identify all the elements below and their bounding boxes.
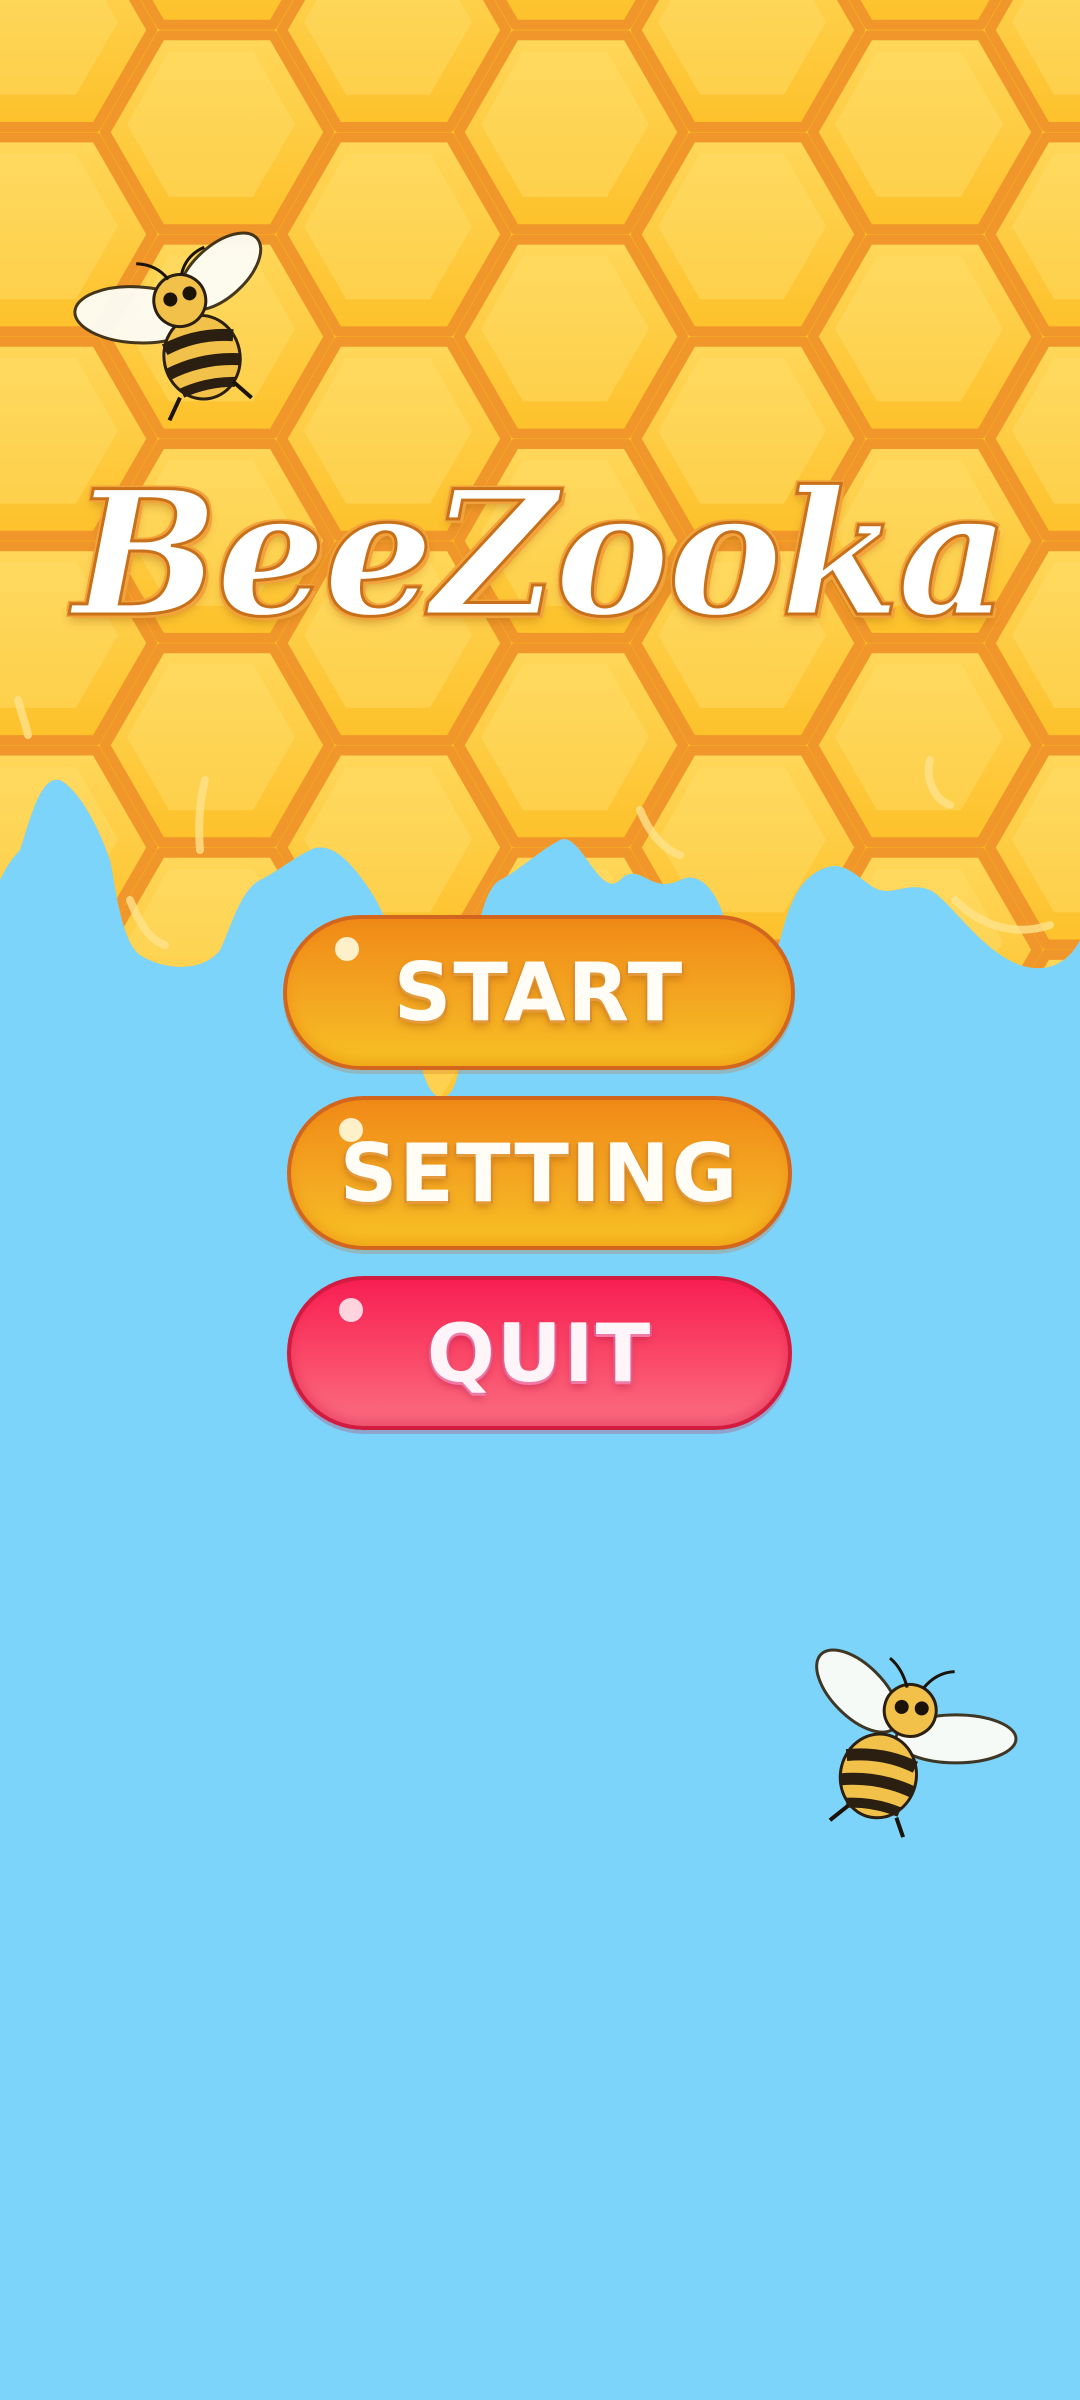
bee-icon (815, 1648, 1018, 1838)
quit-button-label: QUIT (426, 1306, 653, 1400)
button-shine (339, 1298, 363, 1322)
honeycomb-cell-highlight (835, 1278, 1003, 1424)
button-shine (335, 937, 359, 961)
setting-button-label: SETTING (339, 1126, 740, 1220)
honeycomb-cell-highlight (127, 1073, 295, 1098)
setting-button[interactable]: SETTING (287, 1096, 792, 1250)
honeycomb-cell (813, 1262, 1037, 1456)
quit-button[interactable]: QUIT (287, 1276, 792, 1430)
game-title: BeeZooka (72, 452, 1011, 655)
button-shine (339, 1118, 363, 1142)
honeycomb-cell-highlight (1012, 1176, 1080, 1322)
honeycomb-cell (0, 1159, 152, 1353)
honeycomb-cell (0, 949, 157, 1098)
honeycomb-cell-highlight (835, 1073, 1003, 1098)
honeycomb-cell-highlight (1012, 971, 1080, 1098)
honeycomb-cell-highlight (0, 971, 118, 1098)
honeycomb-cell-highlight (127, 1278, 295, 1424)
start-button[interactable]: START (283, 915, 795, 1070)
honeycomb-cell (985, 949, 1080, 1098)
honeycomb-cell (808, 1052, 1042, 1098)
honeycomb-cell (990, 1159, 1080, 1353)
start-button-label: START (393, 946, 685, 1039)
honeycomb-cell-highlight (0, 1176, 118, 1322)
bee-icon (73, 231, 263, 422)
